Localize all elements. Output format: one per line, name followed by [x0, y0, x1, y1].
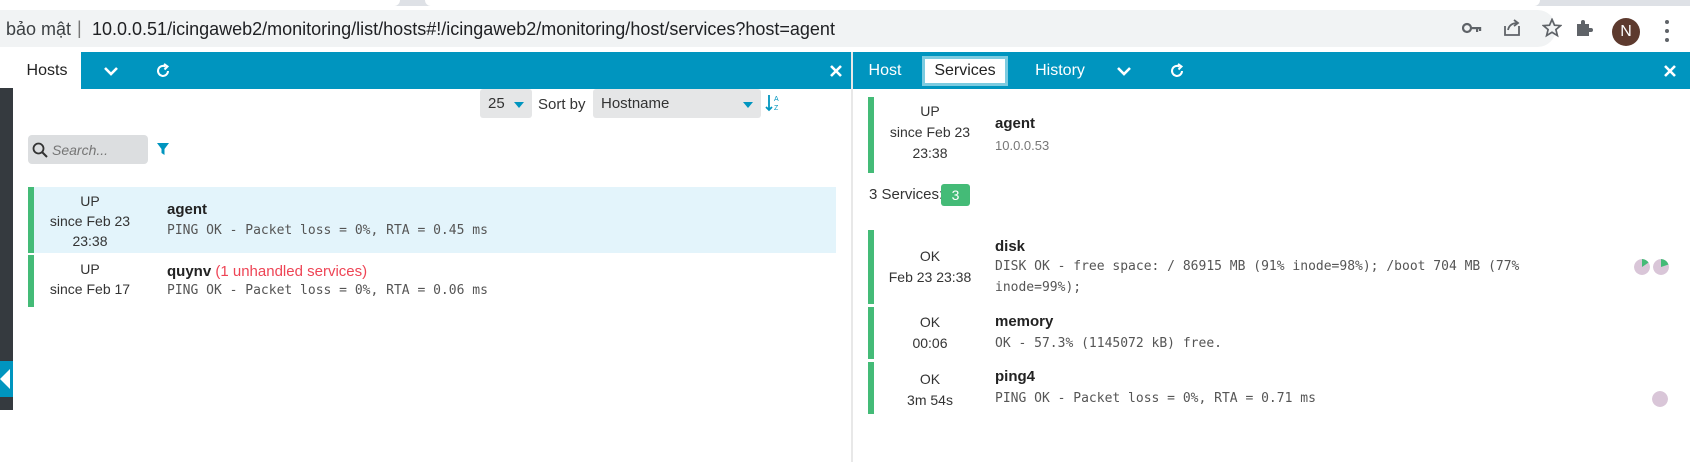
tab-hosts[interactable]: Hosts	[13, 52, 81, 89]
host-services-panel: UP since Feb 23 23:38 agent 10.0.0.53 3 …	[853, 89, 1690, 462]
host-state: UP	[920, 103, 940, 119]
host-header: UP since Feb 23 23:38 agent 10.0.0.53	[868, 97, 1668, 173]
service-output-line: PING OK - Packet loss = 0%, RTA = 0.71 m…	[995, 391, 1316, 406]
limit-select[interactable]: 25	[480, 89, 532, 118]
url-separator: |	[77, 18, 82, 38]
star-icon[interactable]	[1540, 17, 1564, 39]
tab-host[interactable]: Host	[853, 52, 917, 89]
host-state: UP	[80, 193, 100, 209]
service-state-cell: OK Feb 23 23:38	[874, 246, 986, 288]
host-name: quynv	[167, 263, 212, 280]
host-name-link[interactable]: quynv (1 unhandled services)	[167, 263, 367, 280]
plugin-output: PING OK - Packet loss = 0%, RTA = 0.45 m…	[167, 223, 488, 238]
search-box[interactable]	[28, 135, 148, 164]
table-row[interactable]: OK 3m 54s ping4 PING OK - Packet loss = …	[868, 362, 1668, 414]
tab-hosts-label: Hosts	[26, 61, 68, 79]
host-since: since Feb 23	[889, 124, 971, 140]
close-icon[interactable]	[821, 52, 851, 89]
sort-value: Hostname	[601, 95, 670, 112]
service-name[interactable]: memory	[995, 313, 1053, 330]
host-name: agent	[995, 115, 1036, 132]
service-state: OK	[919, 314, 941, 330]
host-since-time: 23:38	[72, 233, 108, 249]
unhandled-services: (1 unhandled services)	[215, 263, 368, 280]
share-icon[interactable]	[1500, 17, 1524, 39]
service-name[interactable]: ping4	[995, 368, 1035, 385]
service-since: 3m 54s	[907, 392, 953, 408]
services-count-badge[interactable]: 3	[941, 184, 970, 206]
right-tab-bar: Host Services History	[853, 52, 1690, 89]
tab-services-label: Services	[922, 55, 1008, 86]
host-state-cell: UP since Feb 23 23:38	[874, 101, 986, 164]
sort-select[interactable]: Hostname	[593, 89, 761, 118]
url-text[interactable]: 10.0.0.51/icingaweb2/monitoring/list/hos…	[92, 19, 835, 40]
service-output-line: OK - 57.3% (1145072 kB) free.	[995, 336, 1222, 351]
host-since: since Feb 23	[49, 213, 131, 229]
key-icon[interactable]	[1460, 17, 1484, 39]
host-name-link[interactable]: agent	[167, 201, 207, 218]
table-row[interactable]: UP since Feb 23 23:38 agent PING OK - Pa…	[28, 187, 836, 253]
table-row[interactable]: OK 00:06 memory OK - 57.3% (1145072 kB) …	[868, 307, 1668, 359]
chevron-down-icon	[514, 102, 524, 108]
chevron-down-icon[interactable]	[96, 52, 126, 89]
host-state: UP	[80, 261, 100, 277]
table-row[interactable]: UP since Feb 17 quynv (1 unhandled servi…	[28, 255, 836, 307]
plugin-output: PING OK - Packet loss = 0%, RTA = 0.06 m…	[167, 283, 488, 298]
perfdata-pie-icon[interactable]	[1653, 259, 1669, 275]
limit-value: 25	[488, 95, 505, 112]
sort-direction-icon[interactable]: AZ	[765, 93, 781, 113]
services-count-label: 3 Services:	[869, 186, 944, 203]
service-state-cell: OK 00:06	[874, 312, 986, 354]
service-output: PING OK - Packet loss = 0%, RTA = 0.71 m…	[995, 388, 1555, 409]
table-row[interactable]: OK Feb 23 23:38 disk DISK OK - free spac…	[868, 230, 1669, 304]
hosts-list-panel: # 25 Sort by Hostname AZ UP since Feb 23	[13, 89, 851, 462]
more-icon[interactable]	[1664, 20, 1670, 42]
svg-text:A: A	[774, 96, 779, 103]
perfdata-pie-icon[interactable]	[1652, 391, 1668, 407]
chevron-down-icon	[743, 102, 753, 108]
security-label[interactable]: bảo mật	[6, 19, 71, 40]
service-state-cell: OK 3m 54s	[874, 369, 986, 411]
service-name[interactable]: disk	[995, 238, 1025, 255]
service-since: 00:06	[912, 335, 948, 351]
refresh-icon[interactable]	[148, 52, 178, 89]
tab-history-label: History	[1035, 61, 1085, 79]
search-icon	[32, 142, 48, 158]
host-since: since Feb 17	[49, 281, 131, 297]
refresh-icon[interactable]	[1162, 52, 1192, 89]
tab-services[interactable]: Services	[922, 52, 1008, 89]
chevron-down-icon[interactable]	[1109, 52, 1139, 89]
service-state: OK	[919, 248, 941, 264]
svg-text:Z: Z	[774, 105, 779, 112]
host-address: 10.0.0.53	[995, 138, 1050, 153]
service-output-line: DISK OK - free space: / 86915 MB (91% in…	[995, 259, 1520, 274]
service-state: OK	[919, 371, 941, 387]
service-output: OK - 57.3% (1145072 kB) free.	[995, 333, 1555, 354]
perfdata-pie-icon[interactable]	[1634, 259, 1650, 275]
address-bar[interactable]: bảo mật | 10.0.0.51/icingaweb2/monitorin…	[0, 10, 1556, 47]
tab-history[interactable]: History	[1021, 52, 1099, 89]
host-state-cell: UP since Feb 23 23:38	[34, 191, 146, 251]
host-name: agent	[167, 201, 208, 218]
service-output: DISK OK - free space: / 86915 MB (91% in…	[995, 256, 1555, 298]
tab-host-label: Host	[868, 61, 902, 79]
service-since: Feb 23 23:38	[888, 269, 972, 285]
search-input[interactable]	[48, 141, 138, 158]
left-tab-bar: Hosts	[13, 52, 851, 89]
profile-avatar[interactable]: N	[1612, 18, 1640, 46]
collapse-sidebar-icon[interactable]	[0, 369, 10, 389]
extensions-icon[interactable]	[1572, 17, 1596, 39]
sort-by-label: Sort by	[538, 96, 586, 113]
host-state-cell: UP since Feb 17	[34, 259, 146, 299]
filter-icon[interactable]	[156, 142, 170, 156]
host-since-time: 23:38	[912, 145, 948, 161]
browser-toolbar: bảo mật | 10.0.0.51/icingaweb2/monitorin…	[0, 6, 1690, 52]
service-output-line: inode=99%);	[995, 280, 1082, 295]
close-icon[interactable]	[1655, 52, 1685, 89]
